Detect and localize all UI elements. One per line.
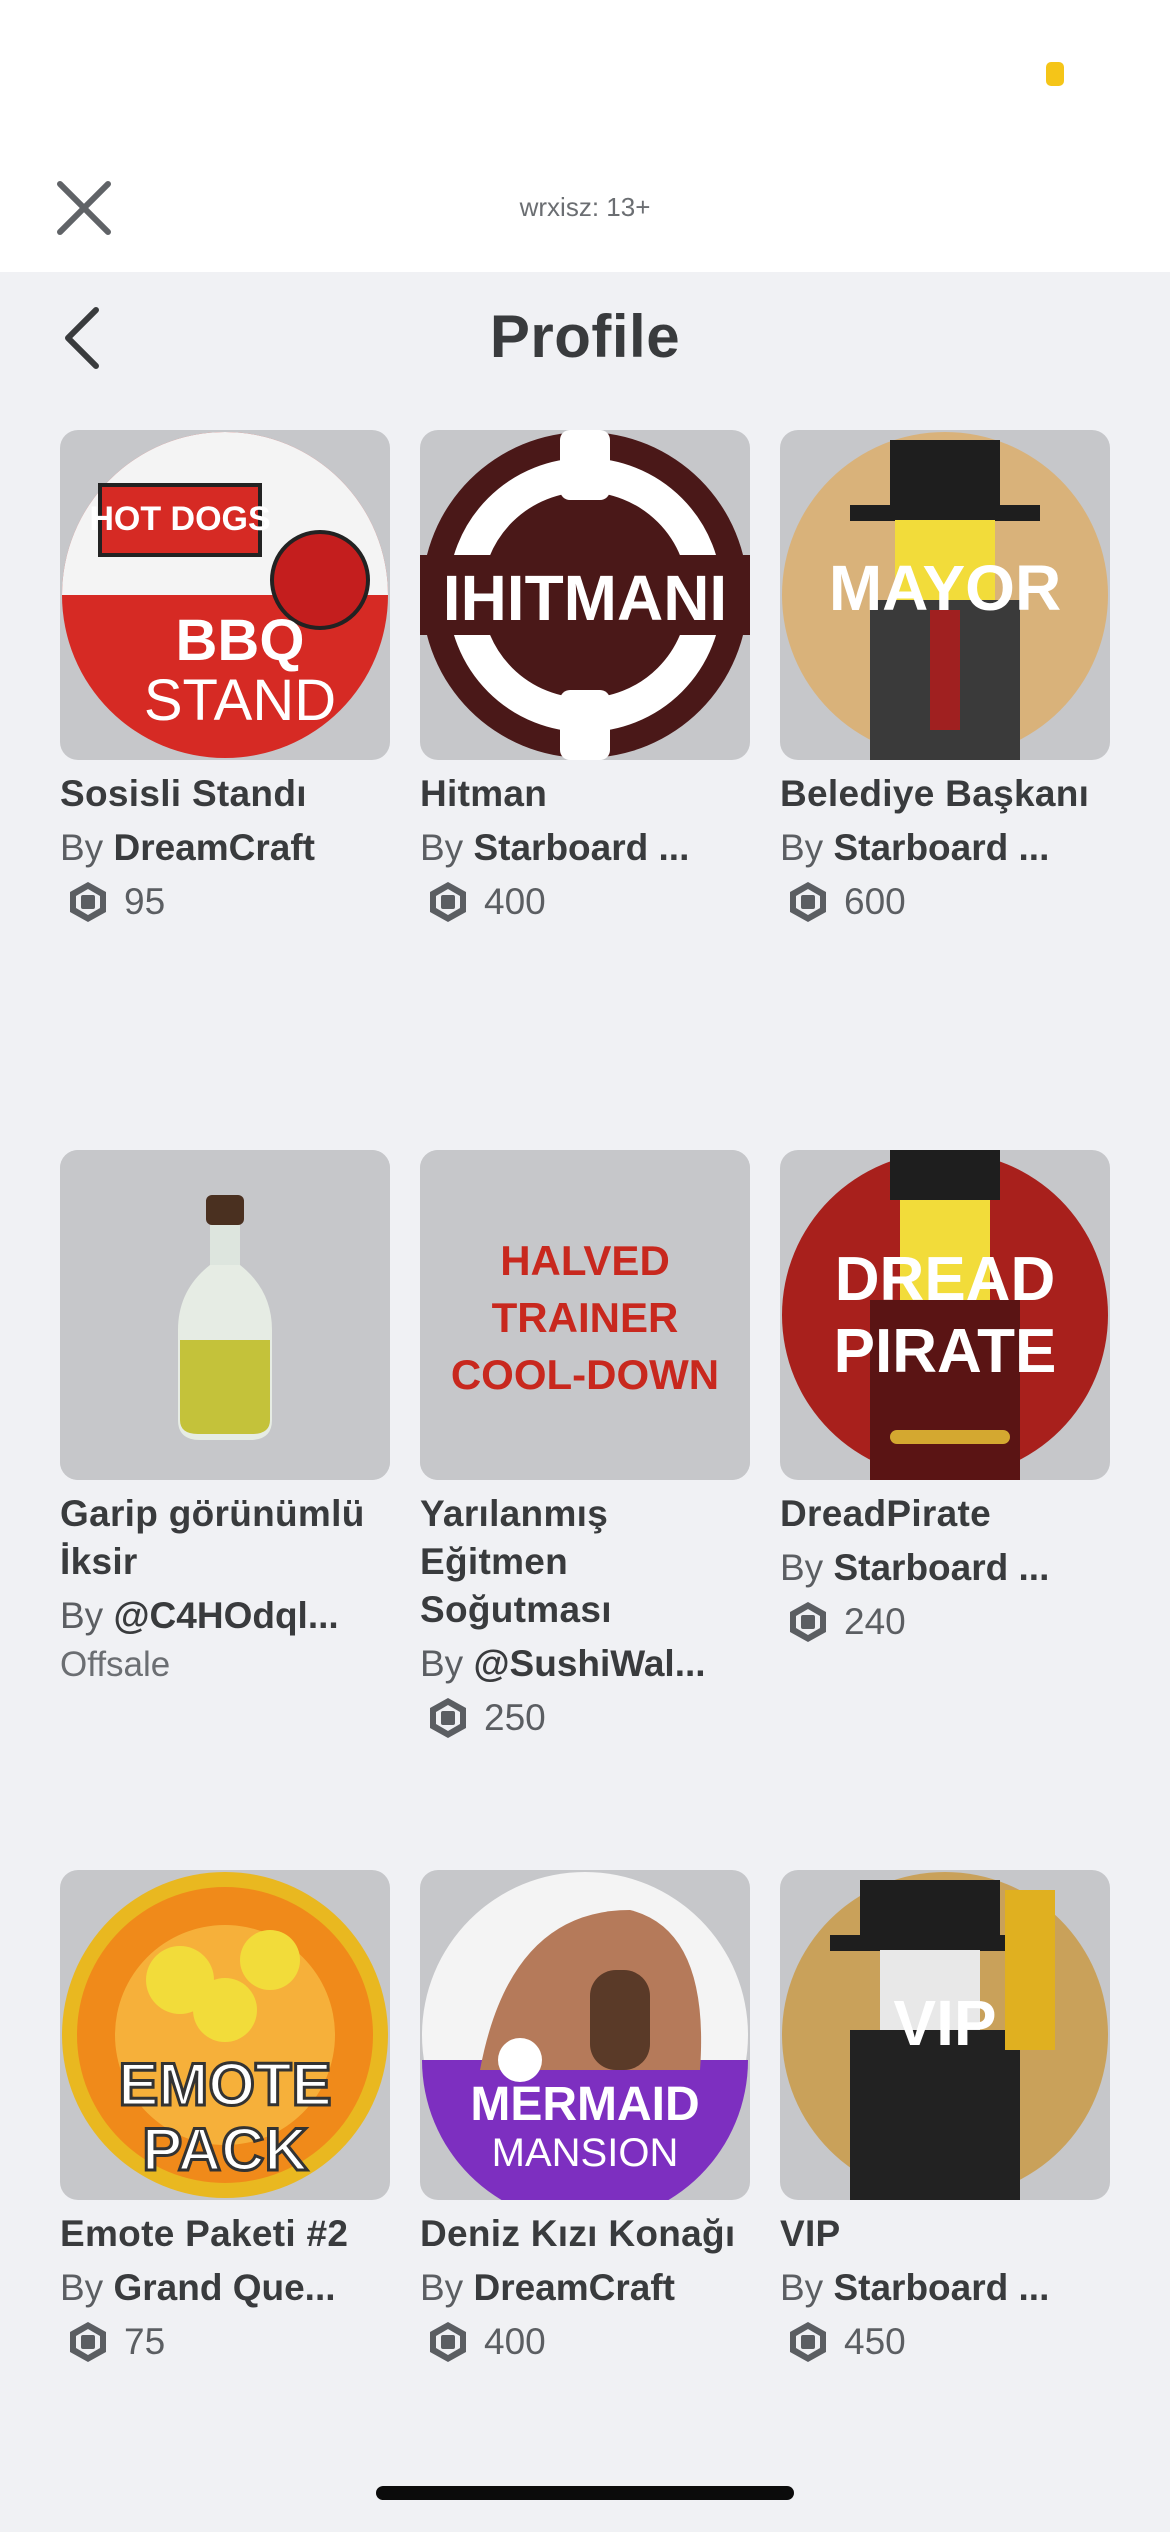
item-card[interactable]: DREAD PIRATE DreadPirate By Starboard ..… (780, 1150, 1110, 1646)
svg-text:IHITMANI: IHITMANI (443, 562, 727, 634)
item-thumbnail: MERMAID MANSION (420, 1870, 750, 2200)
item-thumbnail: HOT DOGS BBQ STAND (60, 430, 390, 760)
item-card[interactable]: MAYOR Belediye Başkanı By Starboard ... … (780, 430, 1110, 926)
item-price: 400 (420, 878, 750, 926)
item-card[interactable]: Garip görünümlü İksir By @C4HOdql... Off… (60, 1150, 390, 1688)
close-button[interactable] (52, 176, 116, 240)
svg-text:PACK: PACK (142, 2116, 308, 2183)
item-card[interactable]: IHITMANI Hitman By Starboard ... 400 (420, 430, 750, 926)
item-thumbnail (60, 1150, 390, 1480)
status-indicator (1046, 62, 1064, 86)
item-name: Emote Paketi #2 (60, 2213, 349, 2254)
item-creator[interactable]: By @C4HOdql... (60, 1592, 390, 1640)
item-creator[interactable]: By DreamCraft (60, 824, 390, 872)
item-thumbnail: HALVED TRAINER COOL-DOWN (420, 1150, 750, 1480)
svg-text:TRAINER: TRAINER (492, 1294, 679, 1341)
item-name: Deniz Kızı Konağı (420, 2213, 736, 2254)
item-card[interactable]: HALVED TRAINER COOL-DOWN Yarılanmış Eğit… (420, 1150, 750, 1742)
item-price: 400 (420, 2318, 750, 2366)
item-price: 95 (60, 878, 390, 926)
item-price: 240 (780, 1598, 1110, 1646)
item-creator[interactable]: By @SushiWal... (420, 1640, 750, 1688)
item-creator[interactable]: By Starboard ... (780, 824, 1110, 872)
robux-icon (790, 882, 826, 922)
robux-icon (430, 1698, 466, 1738)
item-name: VIP (780, 2213, 841, 2254)
item-name: Garip görünümlü İksir (60, 1493, 365, 1582)
svg-text:COOL-DOWN: COOL-DOWN (451, 1351, 719, 1398)
svg-text:VIP: VIP (893, 1987, 996, 2059)
item-name: DreadPirate (780, 1493, 992, 1534)
item-creator[interactable]: By Grand Que... (60, 2264, 390, 2312)
svg-text:DREAD: DREAD (835, 1245, 1055, 1314)
item-price: 450 (780, 2318, 1110, 2366)
robux-icon (790, 2322, 826, 2362)
item-creator[interactable]: By Starboard ... (420, 824, 750, 872)
page-title: Profile (489, 303, 681, 370)
offsale-label: Offsale (60, 1645, 171, 1684)
item-price: 75 (60, 2318, 390, 2366)
svg-text:EMOTE: EMOTE (118, 2051, 331, 2118)
item-card[interactable]: VIP VIP By Starboard ... 450 (780, 1870, 1110, 2366)
item-creator[interactable]: By DreamCraft (420, 2264, 750, 2312)
page-header: Profile (0, 272, 1170, 402)
item-name: Hitman (420, 773, 548, 814)
item-name: Yarılanmış Eğitmen Soğutması (420, 1493, 612, 1630)
svg-text:MERMAID: MERMAID (470, 2078, 699, 2131)
home-indicator (376, 2486, 794, 2500)
item-thumbnail: MAYOR (780, 430, 1110, 760)
svg-text:MAYOR: MAYOR (829, 552, 1061, 624)
robux-icon (70, 882, 106, 922)
svg-text:STAND: STAND (144, 668, 336, 733)
robux-icon (70, 2322, 106, 2362)
item-name: Belediye Başkanı (780, 773, 1090, 814)
robux-icon (430, 2322, 466, 2362)
item-creator[interactable]: By Starboard ... (780, 2264, 1110, 2312)
close-icon (57, 181, 111, 235)
item-thumbnail: EMOTE PACK (60, 1870, 390, 2200)
item-price: 250 (420, 1694, 750, 1742)
item-thumbnail: DREAD PIRATE (780, 1150, 1110, 1480)
item-card[interactable]: HOT DOGS BBQ STAND Sosisli Standı By Dre… (60, 430, 390, 926)
robux-icon (430, 882, 466, 922)
item-thumbnail: VIP (780, 1870, 1110, 2200)
svg-text:BBQ: BBQ (176, 608, 305, 673)
item-card[interactable]: EMOTE PACK Emote Paketi #2 By Grand Que.… (60, 1870, 390, 2366)
svg-text:MANSION: MANSION (492, 2131, 679, 2175)
top-bar: wrxisz: 13+ (0, 0, 1170, 272)
item-card[interactable]: MERMAID MANSION Deniz Kızı Konağı By Dre… (420, 1870, 750, 2366)
robux-icon (790, 1602, 826, 1642)
site-label: wrxisz: 13+ (519, 192, 651, 222)
item-thumbnail: IHITMANI (420, 430, 750, 760)
item-price: 600 (780, 878, 1110, 926)
svg-text:HALVED: HALVED (500, 1237, 670, 1284)
svg-text:PIRATE: PIRATE (834, 1317, 1057, 1386)
item-name: Sosisli Standı (60, 773, 307, 814)
thumb-text-top: HOT DOGS (89, 500, 270, 538)
item-creator[interactable]: By Starboard ... (780, 1544, 1110, 1592)
